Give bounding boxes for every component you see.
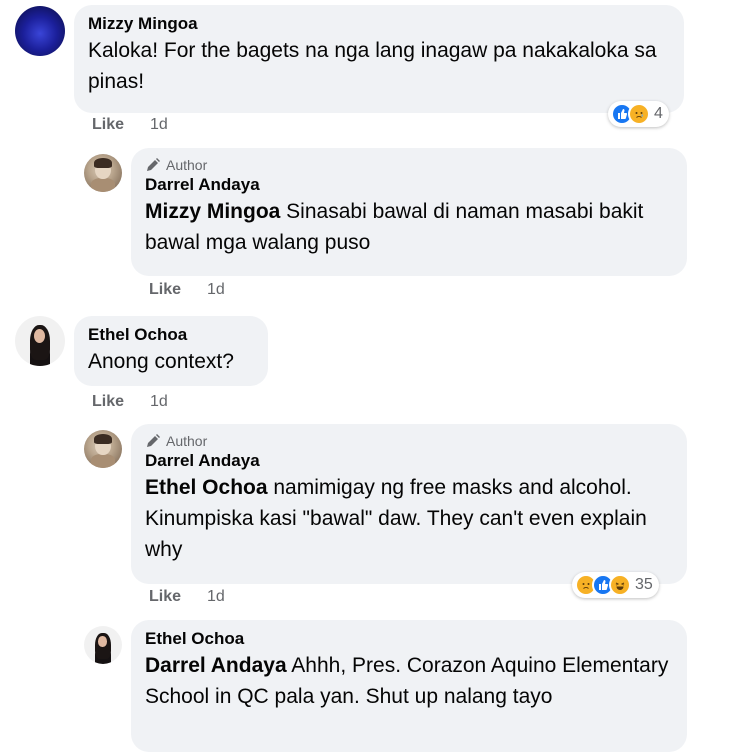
pencil-icon: [147, 158, 160, 171]
comment-author[interactable]: Darrel Andaya: [145, 174, 673, 196]
comment-author[interactable]: Ethel Ochoa: [145, 628, 673, 650]
reaction-count: 4: [654, 105, 663, 122]
like-button[interactable]: Like: [149, 588, 181, 606]
timestamp[interactable]: 1d: [150, 393, 168, 411]
comment-author[interactable]: Darrel Andaya: [145, 450, 673, 472]
timestamp[interactable]: 1d: [150, 116, 168, 134]
avatar[interactable]: [84, 626, 122, 664]
avatar[interactable]: [15, 6, 65, 56]
comment-bubble: Mizzy Mingoa Kaloka! For the bagets na n…: [74, 5, 684, 113]
mention-link[interactable]: Darrel Andaya: [145, 654, 287, 677]
comment-bubble: Author Darrel Andaya Mizzy Mingoa Sinasa…: [131, 148, 687, 276]
like-button[interactable]: Like: [92, 393, 124, 411]
haha-icon: [609, 574, 631, 596]
comment-actions: Like 1d: [92, 393, 168, 411]
author-badge-label: Author: [166, 433, 208, 449]
timestamp[interactable]: 1d: [207, 588, 225, 606]
comment-author[interactable]: Mizzy Mingoa: [88, 13, 670, 35]
comment-text: Mizzy Mingoa Sinasabi bawal di naman mas…: [145, 196, 673, 258]
pencil-icon: [147, 434, 160, 447]
comment-text: Kaloka! For the bagets na nga lang inaga…: [88, 39, 657, 93]
mention-link[interactable]: Ethel Ochoa: [145, 476, 268, 499]
author-badge: Author: [145, 432, 673, 450]
comment-actions: Like 1d: [149, 588, 225, 606]
avatar[interactable]: [15, 316, 65, 366]
comment-text: Anong context?: [88, 350, 234, 373]
sad-icon: [628, 103, 650, 125]
comment-text: Ethel Ochoa namimigay ng free masks and …: [145, 472, 673, 565]
mention-link[interactable]: Mizzy Mingoa: [145, 200, 280, 223]
reaction-count: 35: [635, 576, 653, 593]
timestamp[interactable]: 1d: [207, 281, 225, 299]
author-badge: Author: [145, 156, 673, 174]
comment-bubble: Author Darrel Andaya Ethel Ochoa namimig…: [131, 424, 687, 584]
comment-text: Darrel Andaya Ahhh, Pres. Corazon Aquino…: [145, 650, 673, 712]
avatar[interactable]: [84, 430, 122, 468]
avatar[interactable]: [84, 154, 122, 192]
like-button[interactable]: Like: [149, 281, 181, 299]
comment-bubble: Ethel Ochoa Darrel Andaya Ahhh, Pres. Co…: [131, 620, 687, 752]
reaction-summary[interactable]: 4: [608, 101, 669, 127]
comment-author[interactable]: Ethel Ochoa: [88, 324, 254, 346]
comment-actions: Like 1d: [149, 281, 225, 299]
reaction-summary[interactable]: 35: [572, 572, 659, 598]
author-badge-label: Author: [166, 157, 208, 173]
like-button[interactable]: Like: [92, 116, 124, 134]
comment-bubble: Ethel Ochoa Anong context?: [74, 316, 268, 386]
comment-actions: Like 1d: [92, 116, 168, 134]
